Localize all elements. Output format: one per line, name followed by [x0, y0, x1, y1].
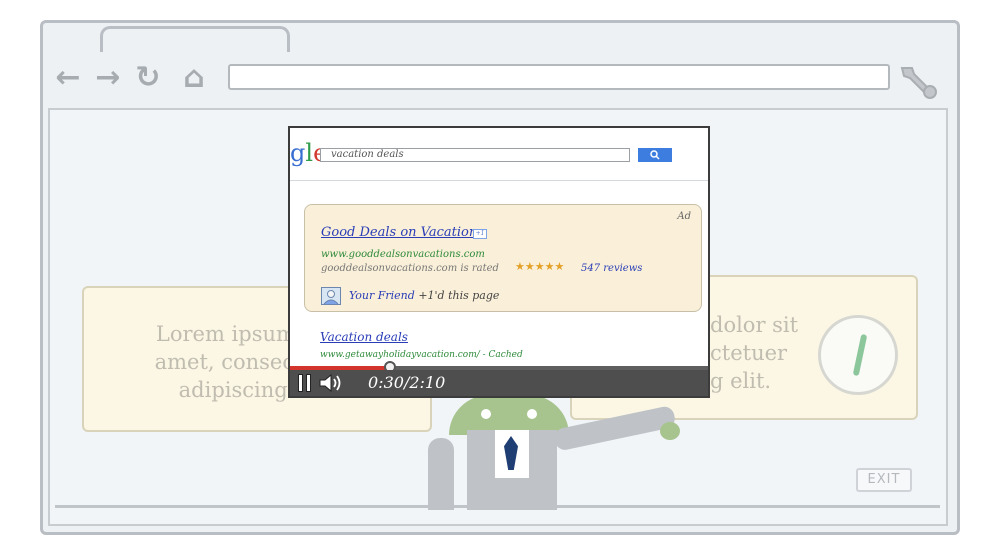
forward-arrow-icon[interactable]: → — [92, 62, 124, 94]
address-bar[interactable] — [228, 64, 890, 90]
current-time: 0:30 — [368, 373, 404, 392]
total-time: 2:10 — [409, 373, 446, 392]
star-rating-icon: ★★★★★ — [515, 260, 565, 273]
ad-title-link[interactable]: Good Deals on Vacations — [321, 225, 484, 240]
dial-hand — [852, 333, 868, 377]
home-icon[interactable]: ⌂ — [178, 62, 210, 94]
social-annotation: Your Friend +1'd this page — [349, 289, 499, 302]
browser-tab[interactable] — [100, 26, 290, 52]
mascot-eye — [527, 409, 537, 419]
exit-button[interactable]: EXIT — [856, 468, 912, 492]
android-mascot — [449, 395, 569, 435]
video-screen[interactable]: gle vacation deals Ad Good Deals on Vaca… — [290, 128, 708, 366]
wrench-icon[interactable] — [896, 60, 940, 100]
person-icon — [323, 290, 339, 305]
search-input[interactable]: vacation deals — [320, 148, 630, 162]
pause-icon[interactable] — [298, 374, 314, 392]
plus-one-button[interactable]: +1 — [473, 229, 487, 239]
ad-badge: Ad — [677, 211, 691, 222]
search-icon — [650, 150, 660, 160]
friend-name[interactable]: Your Friend — [349, 289, 415, 302]
browser-sketch-scene: ← → ↻ ⌂ Lorem ipsum dolor amet, consecte… — [0, 0, 1000, 560]
mascot-arm-left — [428, 438, 454, 510]
header-divider — [290, 180, 708, 181]
organic-result-link[interactable]: Vacation deals — [320, 330, 408, 344]
reload-icon[interactable]: ↻ — [132, 62, 164, 94]
player-controls: 0:30/2:10 — [290, 370, 708, 396]
mascot-eye — [481, 409, 491, 419]
volume-icon[interactable] — [318, 373, 344, 393]
video-player[interactable]: gle vacation deals Ad Good Deals on Vaca… — [288, 126, 710, 398]
time-display: 0:30/2:10 — [368, 373, 446, 392]
ad-url: www.gooddealsonvacations.com — [321, 249, 485, 260]
reviews-link[interactable]: 547 reviews — [581, 263, 642, 274]
ad-result[interactable]: Ad Good Deals on Vacations +1 www.goodde… — [304, 204, 702, 312]
ad-rating-text: gooddealsonvacations.com is rated — [321, 263, 499, 274]
avatar-icon — [321, 287, 341, 305]
back-arrow-icon[interactable]: ← — [52, 62, 84, 94]
search-button[interactable] — [638, 148, 672, 162]
friend-action: +1'd this page — [418, 289, 500, 302]
timer-dial-icon — [818, 315, 898, 395]
organic-result-url: www.getawayholidayvacation.com/ - Cached — [320, 350, 523, 360]
mascot-hand — [660, 422, 680, 440]
